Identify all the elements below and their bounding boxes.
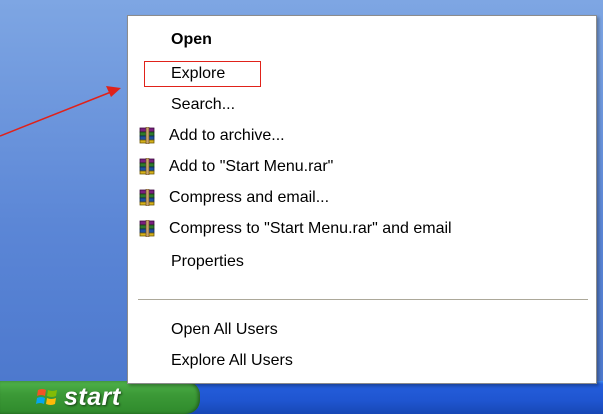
annotation-arrow	[0, 86, 121, 137]
